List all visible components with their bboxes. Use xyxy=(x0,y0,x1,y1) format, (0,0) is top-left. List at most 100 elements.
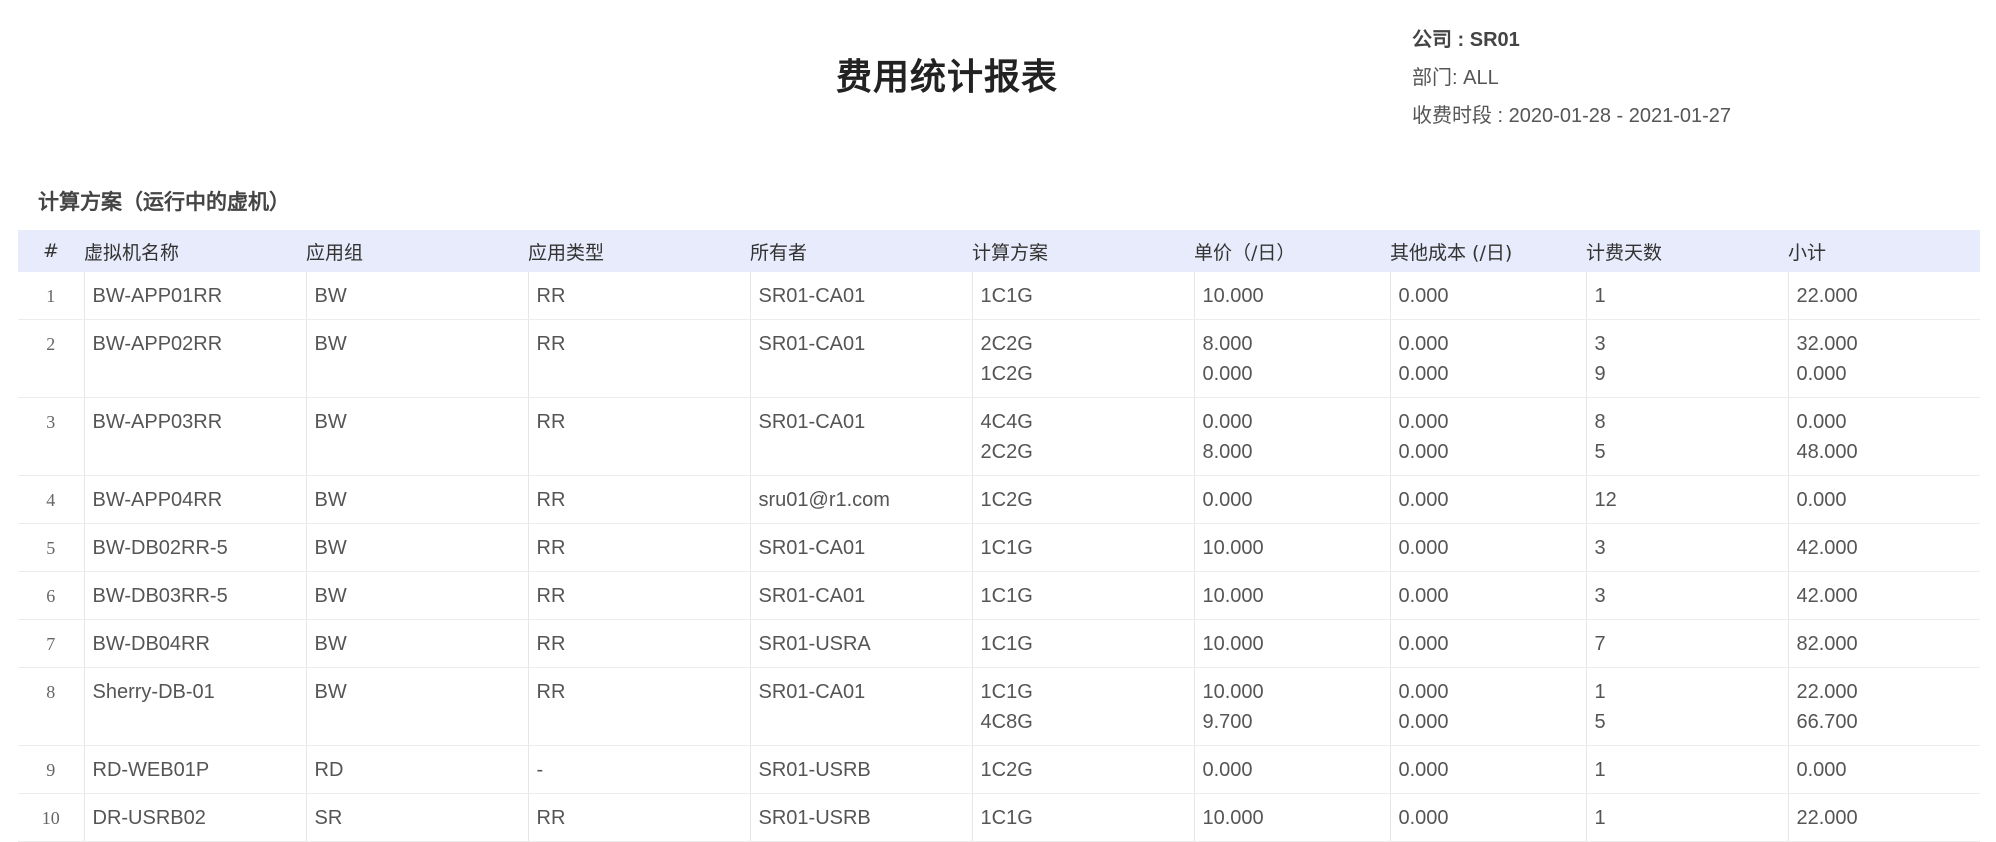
plan-value: 1C1G xyxy=(980,285,1033,307)
billing-days-value: 5 xyxy=(1594,441,1606,463)
other-cost-cell: 0.000 xyxy=(1389,272,1586,320)
row-index: 5 xyxy=(18,523,84,572)
plan-cell: 1C1G xyxy=(971,793,1194,842)
other-cost-value: 0.000 xyxy=(1398,537,1449,559)
other-cost-value: 0.000 xyxy=(1398,363,1449,385)
table-row: 8 Sherry-DB-01 BW RR SR01-CA01 1C1G 4C8G 10.000… xyxy=(18,667,1980,746)
subtotal-cell: 32.000 0.000 xyxy=(1787,319,1980,398)
plan-value: 1C2G xyxy=(980,759,1033,781)
unit-price-cell: 10.000 xyxy=(1193,272,1390,320)
vm-name-cell: BW-DB03RR-5 xyxy=(83,571,306,620)
subtotal-value: 82.000 xyxy=(1796,633,1858,655)
plan-cell: 1C1G xyxy=(971,523,1194,572)
subtotal-value: 0.000 xyxy=(1796,759,1847,781)
unit-price-value: 0.000 xyxy=(1202,363,1253,385)
billing-days-cell: 15 xyxy=(1585,667,1788,746)
row-index: 4 xyxy=(18,475,84,524)
plan-cell: 1C1G xyxy=(971,272,1194,320)
other-cost-value: 0.000 xyxy=(1398,411,1449,433)
billing-days-value: 1 xyxy=(1594,285,1606,307)
other-cost-value: 0.000 xyxy=(1398,333,1449,355)
vm-name-cell: BW-APP03RR xyxy=(83,397,306,476)
other-cost-value: 0.000 xyxy=(1398,441,1449,463)
plan-value: 1C1G xyxy=(980,537,1033,559)
table-body: 1 BW-APP01RR BW RR SR01-CA01 1C1G 10.000 0.000 1… xyxy=(18,272,1980,842)
plan-value: 2C2G xyxy=(980,441,1033,463)
app-type-cell: RR xyxy=(527,667,750,746)
subtotal-cell: 0.000 xyxy=(1787,475,1980,524)
subtotal-value: 32.000 xyxy=(1796,333,1858,355)
plan-cell: 1C1G xyxy=(971,619,1194,668)
app-type-cell: - xyxy=(527,745,750,794)
plan-value: 2C2G xyxy=(980,333,1033,355)
unit-price-value: 8.000 xyxy=(1202,333,1253,355)
unit-price-value: 0.000 xyxy=(1202,759,1253,781)
row-index: 7 xyxy=(18,619,84,668)
billing-days-cell: 7 xyxy=(1585,619,1788,668)
subtotal-cell: 42.000 xyxy=(1787,523,1980,572)
vm-name-cell: BW-APP01RR xyxy=(83,272,306,320)
subtotal-cell: 22.000 xyxy=(1787,793,1980,842)
vm-name-cell: BW-APP04RR xyxy=(83,475,306,524)
table-row: 3 BW-APP03RR BW RR SR01-CA01 4C4G 2C2G 0.000 8.0… xyxy=(18,397,1980,476)
row-index: 9 xyxy=(18,745,84,794)
subtotal-value: 22.000 xyxy=(1796,285,1858,307)
plan-value: 4C4G xyxy=(980,411,1033,433)
other-cost-value: 0.000 xyxy=(1398,759,1449,781)
row-index: 1 xyxy=(18,272,84,320)
col-header-owner: 所有者 xyxy=(750,241,808,264)
report-meta: 公司 : SR01 部门: ALL 收费时段 : 2020-01-28 - 20… xyxy=(1412,24,1731,138)
row-index: 8 xyxy=(18,667,84,746)
owner-cell: SR01-USRB xyxy=(749,793,972,842)
billing-days-cell: 3 xyxy=(1585,571,1788,620)
subtotal-cell: 0.000 48.000 xyxy=(1787,397,1980,476)
col-header-other-cost: 其他成本 (/日) xyxy=(1390,241,1513,264)
vm-name-cell: BW-DB04RR xyxy=(83,619,306,668)
unit-price-value: 9.700 xyxy=(1202,711,1253,733)
billing-days-value: 5 xyxy=(1594,711,1606,733)
subtotal-value: 42.000 xyxy=(1796,537,1858,559)
plan-cell: 1C1G 4C8G xyxy=(971,667,1194,746)
other-cost-cell: 0.000 0.000 xyxy=(1389,397,1586,476)
unit-price-value: 8.000 xyxy=(1202,441,1253,463)
billing-days-cell: 1 xyxy=(1585,272,1788,320)
app-type-cell: RR xyxy=(527,793,750,842)
table-row: 5 BW-DB02RR-5 BW RR SR01-CA01 1C1G 10.000 0.000… xyxy=(18,523,1980,572)
app-group-cell: SR xyxy=(305,793,528,842)
app-type-cell: RR xyxy=(527,475,750,524)
vm-name-cell: DR-USRB02 xyxy=(83,793,306,842)
app-group-cell: BW xyxy=(305,319,528,398)
plan-value: 1C2G xyxy=(980,363,1033,385)
other-cost-value: 0.000 xyxy=(1398,585,1449,607)
other-cost-cell: 0.000 xyxy=(1389,571,1586,620)
plan-cell: 2C2G 1C2G xyxy=(971,319,1194,398)
subtotal-value: 42.000 xyxy=(1796,585,1858,607)
other-cost-cell: 0.000 xyxy=(1389,523,1586,572)
unit-price-cell: 8.000 0.000 xyxy=(1193,319,1390,398)
plan-value: 1C2G xyxy=(980,489,1033,511)
app-group-cell: BW xyxy=(305,397,528,476)
app-type-cell: RR xyxy=(527,571,750,620)
billing-days-value: 7 xyxy=(1594,633,1606,655)
billing-days-value: 1 xyxy=(1594,759,1606,781)
billing-days-value: 3 xyxy=(1594,585,1606,607)
col-header-app-type: 应用类型 xyxy=(528,241,605,264)
unit-price-value: 10.000 xyxy=(1202,807,1264,829)
plan-value: 1C1G xyxy=(980,807,1033,829)
subtotal-value: 0.000 xyxy=(1796,411,1847,433)
app-type-cell: RR xyxy=(527,523,750,572)
unit-price-value: 0.000 xyxy=(1202,489,1253,511)
app-type-cell: RR xyxy=(527,619,750,668)
unit-price-cell: 10.000 xyxy=(1193,523,1390,572)
unit-price-value: 0.000 xyxy=(1202,411,1253,433)
table-header-row: # 虚拟机名称 应用组 应用类型 所有者 计算方案 单价（/日） 其他成本 (/… xyxy=(18,230,1980,272)
unit-price-cell: 0.000 8.000 xyxy=(1193,397,1390,476)
row-index: 3 xyxy=(18,397,84,476)
billing-days-value: 3 xyxy=(1594,333,1606,355)
owner-cell: sru01@r1.com xyxy=(749,475,972,524)
subtotal-cell: 22.000 66.700 xyxy=(1787,667,1980,746)
other-cost-value: 0.000 xyxy=(1398,681,1449,703)
unit-price-value: 10.000 xyxy=(1202,537,1264,559)
plan-value: 1C1G xyxy=(980,633,1033,655)
billing-days-cell: 85 xyxy=(1585,397,1788,476)
